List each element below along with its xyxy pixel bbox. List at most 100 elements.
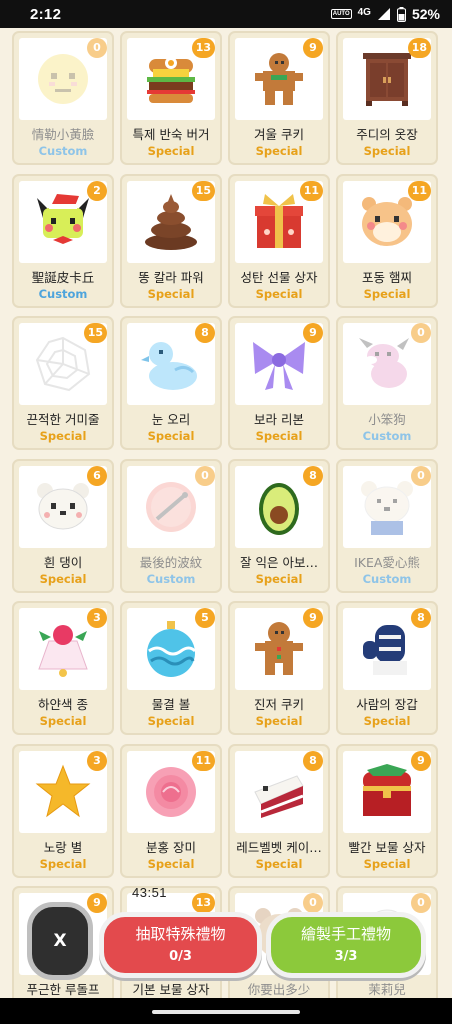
gift-category: Special [147, 144, 195, 158]
home-gesture-handle[interactable] [152, 1010, 300, 1014]
yellow-star-icon [35, 764, 91, 817]
gift-card[interactable]: 15 끈적한 거미줄 Special [12, 316, 114, 450]
gift-category: Special [39, 571, 87, 586]
battery-level: 52% [411, 6, 440, 22]
gift-card[interactable]: 13 특제 반숙 버거 Special [120, 31, 222, 165]
gift-name: 기본 보물 상자 [132, 982, 210, 997]
gift-card[interactable]: 0 情勒小黃臉 Custom [12, 31, 114, 165]
hamster-icon [362, 196, 412, 246]
gift-card[interactable]: 8 잘 익은 아보… Special [228, 458, 330, 593]
gift-name: 겨울 쿠키 [254, 127, 304, 142]
gift-card[interactable]: 11 포동 햄찌 Special [336, 173, 438, 308]
draw-special-gift-button[interactable]: 抽取特殊禮物 0/3 [99, 912, 262, 978]
gift-card[interactable]: 18 주디의 옷장 Special [336, 31, 438, 165]
gift-count-badge: 9 [303, 38, 323, 58]
gift-card[interactable]: 11 성탄 선물 상자 Special [228, 173, 330, 308]
gift-count-badge: 9 [87, 893, 107, 913]
gift-card[interactable]: 5 물결 볼 Special [120, 601, 222, 735]
white-bell-icon [38, 625, 88, 677]
gift-name: 情勒小黃臉 [31, 127, 95, 142]
gift-name: 눈 오리 [151, 412, 191, 427]
auto-brightness-icon: AUTO [330, 9, 352, 19]
gift-count-badge: 8 [195, 323, 215, 343]
draw-button-label: 抽取特殊禮物 [135, 925, 226, 943]
gift-count-badge: 11 [191, 750, 215, 771]
wave-ornament-icon [147, 621, 197, 677]
gift-name: 사람의 장갑 [356, 697, 418, 712]
gift-category: Custom [362, 571, 412, 586]
ikea-bear-icon [361, 480, 413, 535]
gift-name: 포동 햄찌 [362, 269, 412, 285]
santa-pikachu-icon [37, 193, 89, 244]
gift-count-badge: 3 [87, 750, 107, 771]
gift-count-badge: 9 [303, 323, 323, 343]
gift-card[interactable]: 3 노랑 별 Special [12, 743, 114, 878]
craft-button-label: 繪製手工禮物 [300, 925, 391, 943]
gift-card[interactable]: 9 겨울 쿠키 Special [228, 31, 330, 165]
status-bar: 2:12 AUTO 4G 52% [0, 0, 452, 28]
gift-card[interactable]: 9 진저 쿠키 Special [228, 601, 330, 735]
gift-card[interactable]: 9 빨간 보물 상자 Special [336, 743, 438, 878]
gift-card[interactable]: 2 聖誕皮卡丘 Custom [12, 173, 114, 308]
gift-category: Special [39, 714, 87, 728]
gift-count-badge: 2 [87, 180, 107, 201]
gift-category: Special [255, 571, 303, 586]
gift-count-badge: 8 [303, 750, 323, 771]
gift-card[interactable]: 0 最後的波紋 Custom [120, 458, 222, 593]
gift-name: 진저 쿠키 [254, 697, 304, 712]
gift-count-badge: 0 [411, 893, 431, 913]
gift-category: Custom [38, 144, 88, 158]
gift-category: Custom [146, 571, 196, 586]
gift-card[interactable]: 9 보라 리본 Special [228, 316, 330, 450]
gift-name: 빨간 보물 상자 [348, 839, 426, 855]
gift-name: 성탄 선물 상자 [240, 269, 318, 285]
gift-count-badge: 0 [411, 465, 431, 486]
gift-name: 你要出多少 [247, 982, 311, 997]
gift-category: Special [147, 856, 195, 871]
gift-card[interactable]: 3 하얀색 종 Special [12, 601, 114, 735]
gift-card[interactable]: 8 레드벨벳 케이… Special [228, 743, 330, 878]
gift-card[interactable]: 6 흰 댕이 Special [12, 458, 114, 593]
gift-count-badge: 13 [191, 38, 215, 58]
gift-category: Special [147, 714, 195, 728]
signal-icon [377, 8, 390, 20]
close-button[interactable]: X [27, 902, 93, 980]
gift-count-badge: 0 [87, 38, 107, 58]
gift-name: 小笨狗 [368, 412, 406, 427]
gift-category: Special [39, 429, 87, 443]
gift-name: 最後的波紋 [139, 554, 203, 570]
craft-handmade-gift-button[interactable]: 繪製手工禮物 3/3 [266, 912, 426, 978]
gift-name: 잘 익은 아보… [240, 554, 318, 570]
gift-card[interactable]: 15 똥 칼라 파워 Special [120, 173, 222, 308]
gift-card[interactable]: 0 小笨狗 Custom [336, 316, 438, 450]
gift-name: 똥 칼라 파워 [138, 269, 204, 285]
gift-card[interactable]: 8 눈 오리 Special [120, 316, 222, 450]
red-velvet-cake-icon [254, 774, 304, 818]
gift-name: 주디의 옷장 [356, 127, 418, 142]
gift-count-badge: 0 [195, 465, 215, 486]
avocado-icon [259, 482, 299, 535]
poop-icon [145, 193, 197, 250]
gift-name: 레드벨벳 케이… [236, 839, 322, 855]
gift-count-badge: 18 [407, 38, 431, 58]
gift-category: Custom [362, 429, 412, 443]
gift-card[interactable]: 0 IKEA愛心熊 Custom [336, 458, 438, 593]
status-icons: AUTO 4G 52% [330, 6, 440, 22]
network-type: 4G [357, 6, 371, 18]
snow-duck-icon [141, 342, 197, 390]
mitten-icon [363, 625, 407, 675]
purple-ribbon-icon [253, 342, 305, 390]
gift-name: 흰 댕이 [43, 554, 83, 570]
gift-card[interactable]: 8 사람의 장갑 Special [336, 601, 438, 735]
gift-count-badge: 3 [87, 608, 107, 628]
gift-category: Special [363, 714, 411, 728]
sad-yellow-face-icon [38, 54, 88, 104]
countdown-timer: 43:51 [132, 885, 168, 900]
gingerbread-cookie-icon [255, 53, 303, 105]
gift-name: 하얀색 종 [38, 697, 88, 712]
gift-count-badge: 15 [83, 323, 107, 343]
wardrobe-icon [363, 53, 411, 106]
gift-card[interactable]: 11 분홍 장미 Special [120, 743, 222, 878]
gift-name: 聖誕皮卡丘 [31, 269, 95, 285]
gift-name: 푸근한 루돌프 [26, 982, 100, 997]
